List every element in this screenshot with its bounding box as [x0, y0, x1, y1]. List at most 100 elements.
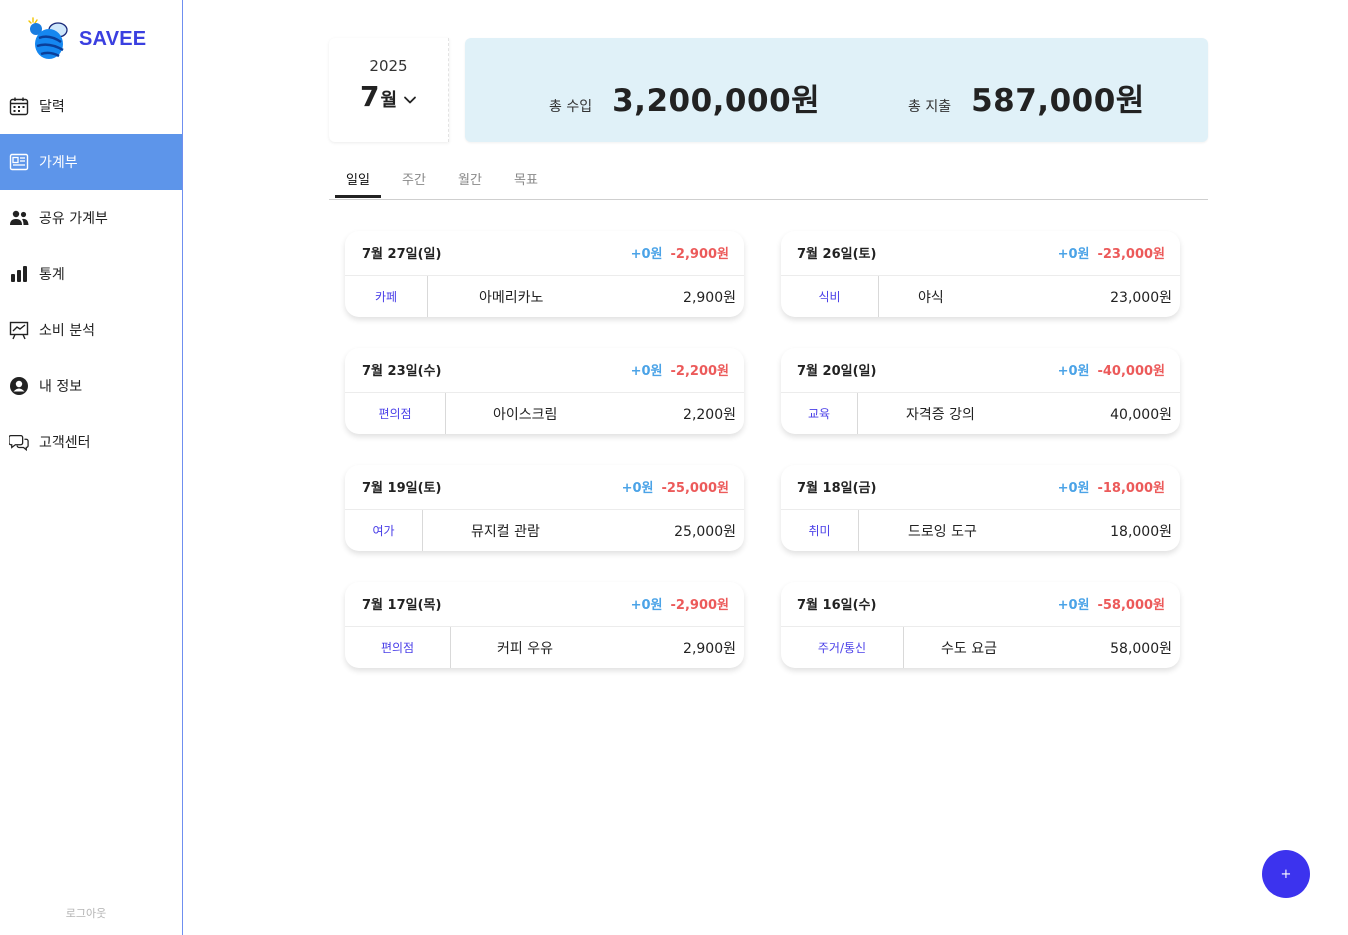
card-expense: -25,000원 [661, 481, 729, 496]
daily-card[interactable]: 7월 23일(수) +0원 -2,200원 편의점 아이스크림 2,200원 [345, 348, 744, 434]
card-header: 7월 23일(수) +0원 -2,200원 [345, 348, 744, 393]
card-income: +0원 [1057, 247, 1090, 262]
card-totals: +0원 -2,900원 [631, 243, 729, 262]
sidebar-item-spending-analysis[interactable]: 소비 분석 [0, 302, 182, 358]
category-label: 카페 [345, 276, 428, 317]
card-income: +0원 [621, 481, 654, 496]
users-icon [9, 208, 29, 228]
category-label: 교육 [781, 393, 858, 434]
item-amount: 58,000원 [1110, 641, 1172, 657]
sidebar-item-my-info[interactable]: 내 정보 [0, 358, 182, 414]
transaction-row[interactable]: 식비 야식 23,000원 [781, 276, 1180, 317]
item-name: 야식 [918, 290, 944, 306]
card-expense: -18,000원 [1097, 481, 1165, 496]
card-date: 7월 26일(토) [797, 247, 877, 262]
chevron-down-icon [404, 96, 416, 103]
card-date: 7월 18일(금) [797, 481, 877, 496]
card-expense: -2,900원 [670, 247, 729, 262]
tab-daily[interactable]: 일일 [335, 169, 381, 198]
card-header: 7월 27일(일) +0원 -2,900원 [345, 231, 744, 276]
transaction-row[interactable]: 취미 드로잉 도구 18,000원 [781, 510, 1180, 551]
card-header: 7월 19일(토) +0원 -25,000원 [345, 465, 744, 510]
total-income-label: 총 수입 [549, 99, 593, 115]
daily-card[interactable]: 7월 26일(토) +0원 -23,000원 식비 야식 23,000원 [781, 231, 1180, 317]
month-unit: 월 [380, 90, 398, 111]
category-label: 취미 [781, 510, 859, 551]
sidebar-nav: 달력 가계부 공유 가계부 통계 소비 분석 내 정보 고객센터 [0, 78, 182, 470]
daily-card[interactable]: 7월 19일(토) +0원 -25,000원 여가 뮤지컬 관람 25,000원 [345, 465, 744, 551]
total-expense-label: 총 지출 [908, 99, 952, 115]
item-amount: 2,900원 [683, 641, 736, 657]
sidebar-item-label: 공유 가계부 [39, 211, 108, 227]
card-expense: -23,000원 [1097, 247, 1165, 262]
tab-goal[interactable]: 목표 [503, 169, 549, 198]
bee-logo-icon [28, 17, 68, 59]
sidebar-item-ledger[interactable]: 가계부 [0, 134, 182, 190]
tab-monthly[interactable]: 월간 [447, 169, 493, 198]
card-date: 7월 20일(일) [797, 364, 877, 379]
card-header: 7월 20일(일) +0원 -40,000원 [781, 348, 1180, 393]
tab-weekly[interactable]: 주간 [391, 169, 437, 198]
card-date: 7월 23일(수) [362, 364, 442, 379]
sidebar-item-label: 통계 [39, 267, 65, 283]
transaction-row[interactable]: 여가 뮤지컬 관람 25,000원 [345, 510, 744, 551]
sidebar-item-customer-center[interactable]: 고객센터 [0, 414, 182, 470]
card-totals: +0원 -58,000원 [1058, 594, 1165, 613]
item-name: 뮤지컬 관람 [471, 524, 540, 540]
app-name: SAVEE [79, 27, 147, 50]
add-transaction-button[interactable]: + [1262, 850, 1310, 898]
sidebar-item-calendar[interactable]: 달력 [0, 78, 182, 134]
item-name: 드로잉 도구 [908, 524, 977, 540]
sidebar-item-label: 가계부 [39, 155, 78, 171]
daily-card[interactable]: 7월 20일(일) +0원 -40,000원 교육 자격증 강의 40,000원 [781, 348, 1180, 434]
transaction-row[interactable]: 카페 아메리카노 2,900원 [345, 276, 744, 317]
category-label: 편의점 [345, 393, 446, 434]
daily-card[interactable]: 7월 18일(금) +0원 -18,000원 취미 드로잉 도구 18,000원 [781, 465, 1180, 551]
card-expense: -58,000원 [1097, 598, 1165, 613]
item-name: 자격증 강의 [906, 407, 975, 423]
card-header: 7월 26일(토) +0원 -23,000원 [781, 231, 1180, 276]
sidebar-item-statistics[interactable]: 통계 [0, 246, 182, 302]
card-date: 7월 27일(일) [362, 247, 442, 262]
item-amount: 40,000원 [1110, 407, 1172, 423]
monthly-summary: 총 수입 3,200,000원 총 지출 587,000원 [465, 38, 1208, 142]
sidebar: SAVEE 달력 가계부 공유 가계부 통계 소비 분석 내 정보 고객센터 로… [0, 0, 183, 935]
month-selector[interactable]: 2025 7 월 [329, 38, 449, 142]
sidebar-item-label: 내 정보 [39, 379, 83, 395]
logo[interactable]: SAVEE [24, 16, 146, 62]
card-income: +0원 [1057, 481, 1090, 496]
item-name: 커피 우유 [497, 641, 553, 657]
month-dropdown[interactable]: 7 월 [329, 80, 448, 113]
transaction-row[interactable]: 편의점 커피 우유 2,900원 [345, 627, 744, 668]
category-label: 식비 [781, 276, 879, 317]
bar-chart-icon [9, 264, 29, 284]
analysis-icon [9, 320, 29, 340]
transaction-row[interactable]: 주거/통신 수도 요금 58,000원 [781, 627, 1180, 668]
card-income: +0원 [1057, 364, 1090, 379]
month-number: 7 [359, 80, 380, 113]
card-header: 7월 17일(목) +0원 -2,900원 [345, 582, 744, 627]
total-income-value: 3,200,000원 [612, 83, 821, 119]
transaction-row[interactable]: 편의점 아이스크림 2,200원 [345, 393, 744, 434]
daily-card[interactable]: 7월 17일(목) +0원 -2,900원 편의점 커피 우유 2,900원 [345, 582, 744, 668]
sidebar-item-label: 달력 [39, 99, 65, 115]
calendar-icon [9, 96, 29, 116]
card-date: 7월 17일(목) [362, 598, 442, 613]
sidebar-item-shared-ledger[interactable]: 공유 가계부 [0, 190, 182, 246]
total-expense-value: 587,000원 [971, 83, 1145, 119]
transaction-row[interactable]: 교육 자격증 강의 40,000원 [781, 393, 1180, 434]
item-name: 수도 요금 [941, 641, 997, 657]
card-expense: -40,000원 [1097, 364, 1165, 379]
card-income: +0원 [630, 598, 663, 613]
card-income: +0원 [630, 247, 663, 262]
ledger-icon [9, 152, 29, 172]
daily-card[interactable]: 7월 16일(수) +0원 -58,000원 주거/통신 수도 요금 58,000… [781, 582, 1180, 668]
daily-card[interactable]: 7월 27일(일) +0원 -2,900원 카페 아메리카노 2,900원 [345, 231, 744, 317]
card-header: 7월 16일(수) +0원 -58,000원 [781, 582, 1180, 627]
sidebar-item-label: 소비 분석 [39, 323, 95, 339]
item-name: 아메리카노 [479, 290, 544, 306]
sidebar-item-label: 고객센터 [39, 435, 91, 451]
card-date: 7월 16일(수) [797, 598, 877, 613]
logout-button[interactable]: 로그아웃 [0, 905, 172, 921]
chat-bubbles-icon [9, 432, 29, 452]
